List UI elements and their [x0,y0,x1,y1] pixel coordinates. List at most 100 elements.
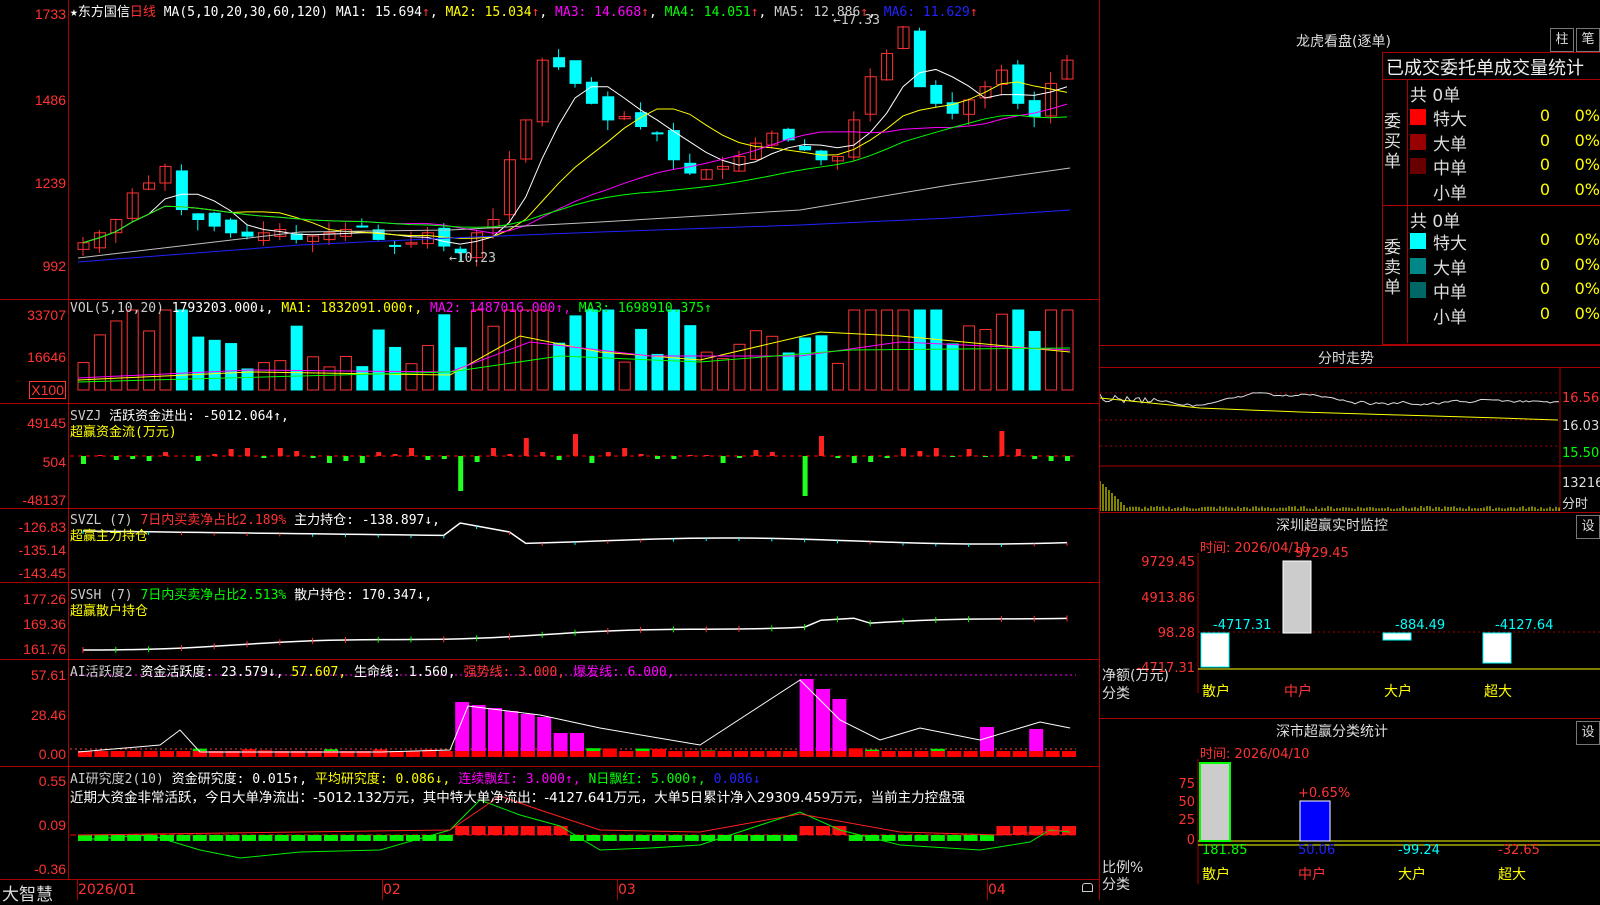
volume-bar [913,309,926,391]
high-price-annotation: ←17.33 [833,13,880,28]
volume-bar [618,361,631,391]
volume-bar [831,362,844,391]
ma3-value: MA3: 14.668 [555,5,642,20]
volume-bar [175,309,188,391]
ai2-bar [356,835,371,841]
activity-base [570,751,584,757]
volume-bar [471,309,484,391]
ai2-bar [324,835,338,841]
period-label[interactable]: 日线 [130,5,156,20]
chart-area[interactable]: 1733 1486 1239 992 33707 16646 X100 4914… [0,0,1100,905]
monitor-y-label: 9729.45 [1141,555,1195,570]
ai2-bar [225,835,240,841]
activity-base [783,751,798,757]
intraday-vol-label: 分时 [1562,497,1589,512]
activity-base [848,751,863,757]
flow-bar [884,456,890,458]
ma-line [82,68,1068,245]
activity-base [963,751,978,757]
volume-bar [159,309,172,391]
flow-bar [687,455,693,456]
classify-panel: 深市超赢分类统计 设 时间: 2026/04/10 75 50 25 0 +0.65% 1… [1100,718,1600,901]
candle-body [192,213,205,221]
up-arrow: ↑ [531,5,540,20]
candle-body [651,132,664,135]
flow-bar [655,456,660,459]
ai2-v3: 连续飘红: 3.000↑, [458,772,581,787]
ai2-bar [504,826,519,835]
kline-chart-svg[interactable] [0,0,1100,900]
flow-bar [163,452,168,456]
flow-bar [228,449,234,456]
category-label: 散户 [1202,683,1230,700]
x-tick: 04 [988,882,1006,898]
flow-bar [441,456,447,459]
order-pct: 0% [1574,230,1600,249]
flow-bar [376,452,382,456]
activity-base [766,751,781,757]
lhb-title: 龙虎看盘(逐单) [1296,34,1391,50]
flow-bar [1032,456,1038,459]
ai2-bar [602,835,617,841]
x-tick: 2026/01 [78,882,137,898]
bar-view-button[interactable]: 柱 [1550,28,1574,52]
volume-bar [667,309,680,391]
candle-body [389,244,402,247]
ai2-bar [750,835,765,841]
classify-y-label: 50 [1178,795,1195,810]
flow-bar [671,456,677,459]
ai2-bar [914,835,929,841]
legend-swatch [1410,257,1426,274]
activity-bar [504,711,519,757]
ai2-bar [799,826,814,835]
legend-swatch [1410,233,1426,249]
classify-value: 181.85 [1202,843,1248,858]
activity-base [471,751,486,757]
sell-side-label: 委卖单 [1384,238,1401,298]
ma6-value: MA6: 11.629 [883,5,970,20]
flow-bar [802,456,808,496]
activity-base [586,751,601,757]
flow-bar [195,456,201,461]
ai2-bar [816,826,830,835]
ai2-bar [881,835,896,841]
intraday-panel[interactable]: 分时走势 16.56 16.03 15.50 13216 分时 [1100,345,1600,512]
svsh-ratio: 7日内买卖净占比2.513% [140,588,287,603]
activity-base [881,751,896,757]
activity-base [701,751,716,757]
legend-swatch [1410,133,1426,150]
star-icon[interactable]: ★ [70,5,78,20]
activity-base [438,751,453,757]
order-size-label: 小单 [1433,307,1467,328]
lhb-panel: 龙虎看盘(逐单) 柱 笔 已成交委托单成交量统计 委买单 委卖单 共 0单 特大… [1100,0,1600,345]
ai2-comment: 近期大资金非常活跃，今日大单净流出：-5012.132万元，其中特大单净流出：-… [70,790,966,806]
monitor-value: -4717.31 [1213,618,1271,633]
volume-bar [208,339,221,391]
candle-body [225,219,238,234]
candle-body [1012,64,1025,104]
classify-y-label: 75 [1178,777,1195,792]
classify-pct: +0.65% [1298,786,1350,801]
ai2-v4: N日飘红: 5.000↑, [588,772,706,787]
monitor-y-label: 98.28 [1158,626,1195,641]
volume-bar [799,337,812,391]
x-tick: 02 [383,882,401,898]
order-size-label: 大单 [1433,134,1467,155]
lock-icon[interactable] [1082,883,1093,892]
volume-bar [110,320,123,391]
category-label: 大户 [1398,866,1426,883]
activity-base [832,751,847,757]
order-size-label: 中单 [1433,283,1467,303]
order-size-label: 小单 [1433,183,1467,204]
activity-base [947,751,962,757]
volume-bar [815,335,828,391]
tick-view-button[interactable]: 笔 [1576,28,1600,52]
monitor-chart: 9729.454913.8698.28-4717.31-4717.31散户972… [1137,546,1600,700]
flow-bar [950,456,956,457]
svzl-ratio: 7日内买卖净占比2.189% [140,513,287,528]
ai2-line1 [77,799,1071,859]
flow-bar [507,454,513,456]
flow-bar [245,448,250,456]
ai2-bar [373,835,388,841]
ai2-bar [488,826,502,835]
